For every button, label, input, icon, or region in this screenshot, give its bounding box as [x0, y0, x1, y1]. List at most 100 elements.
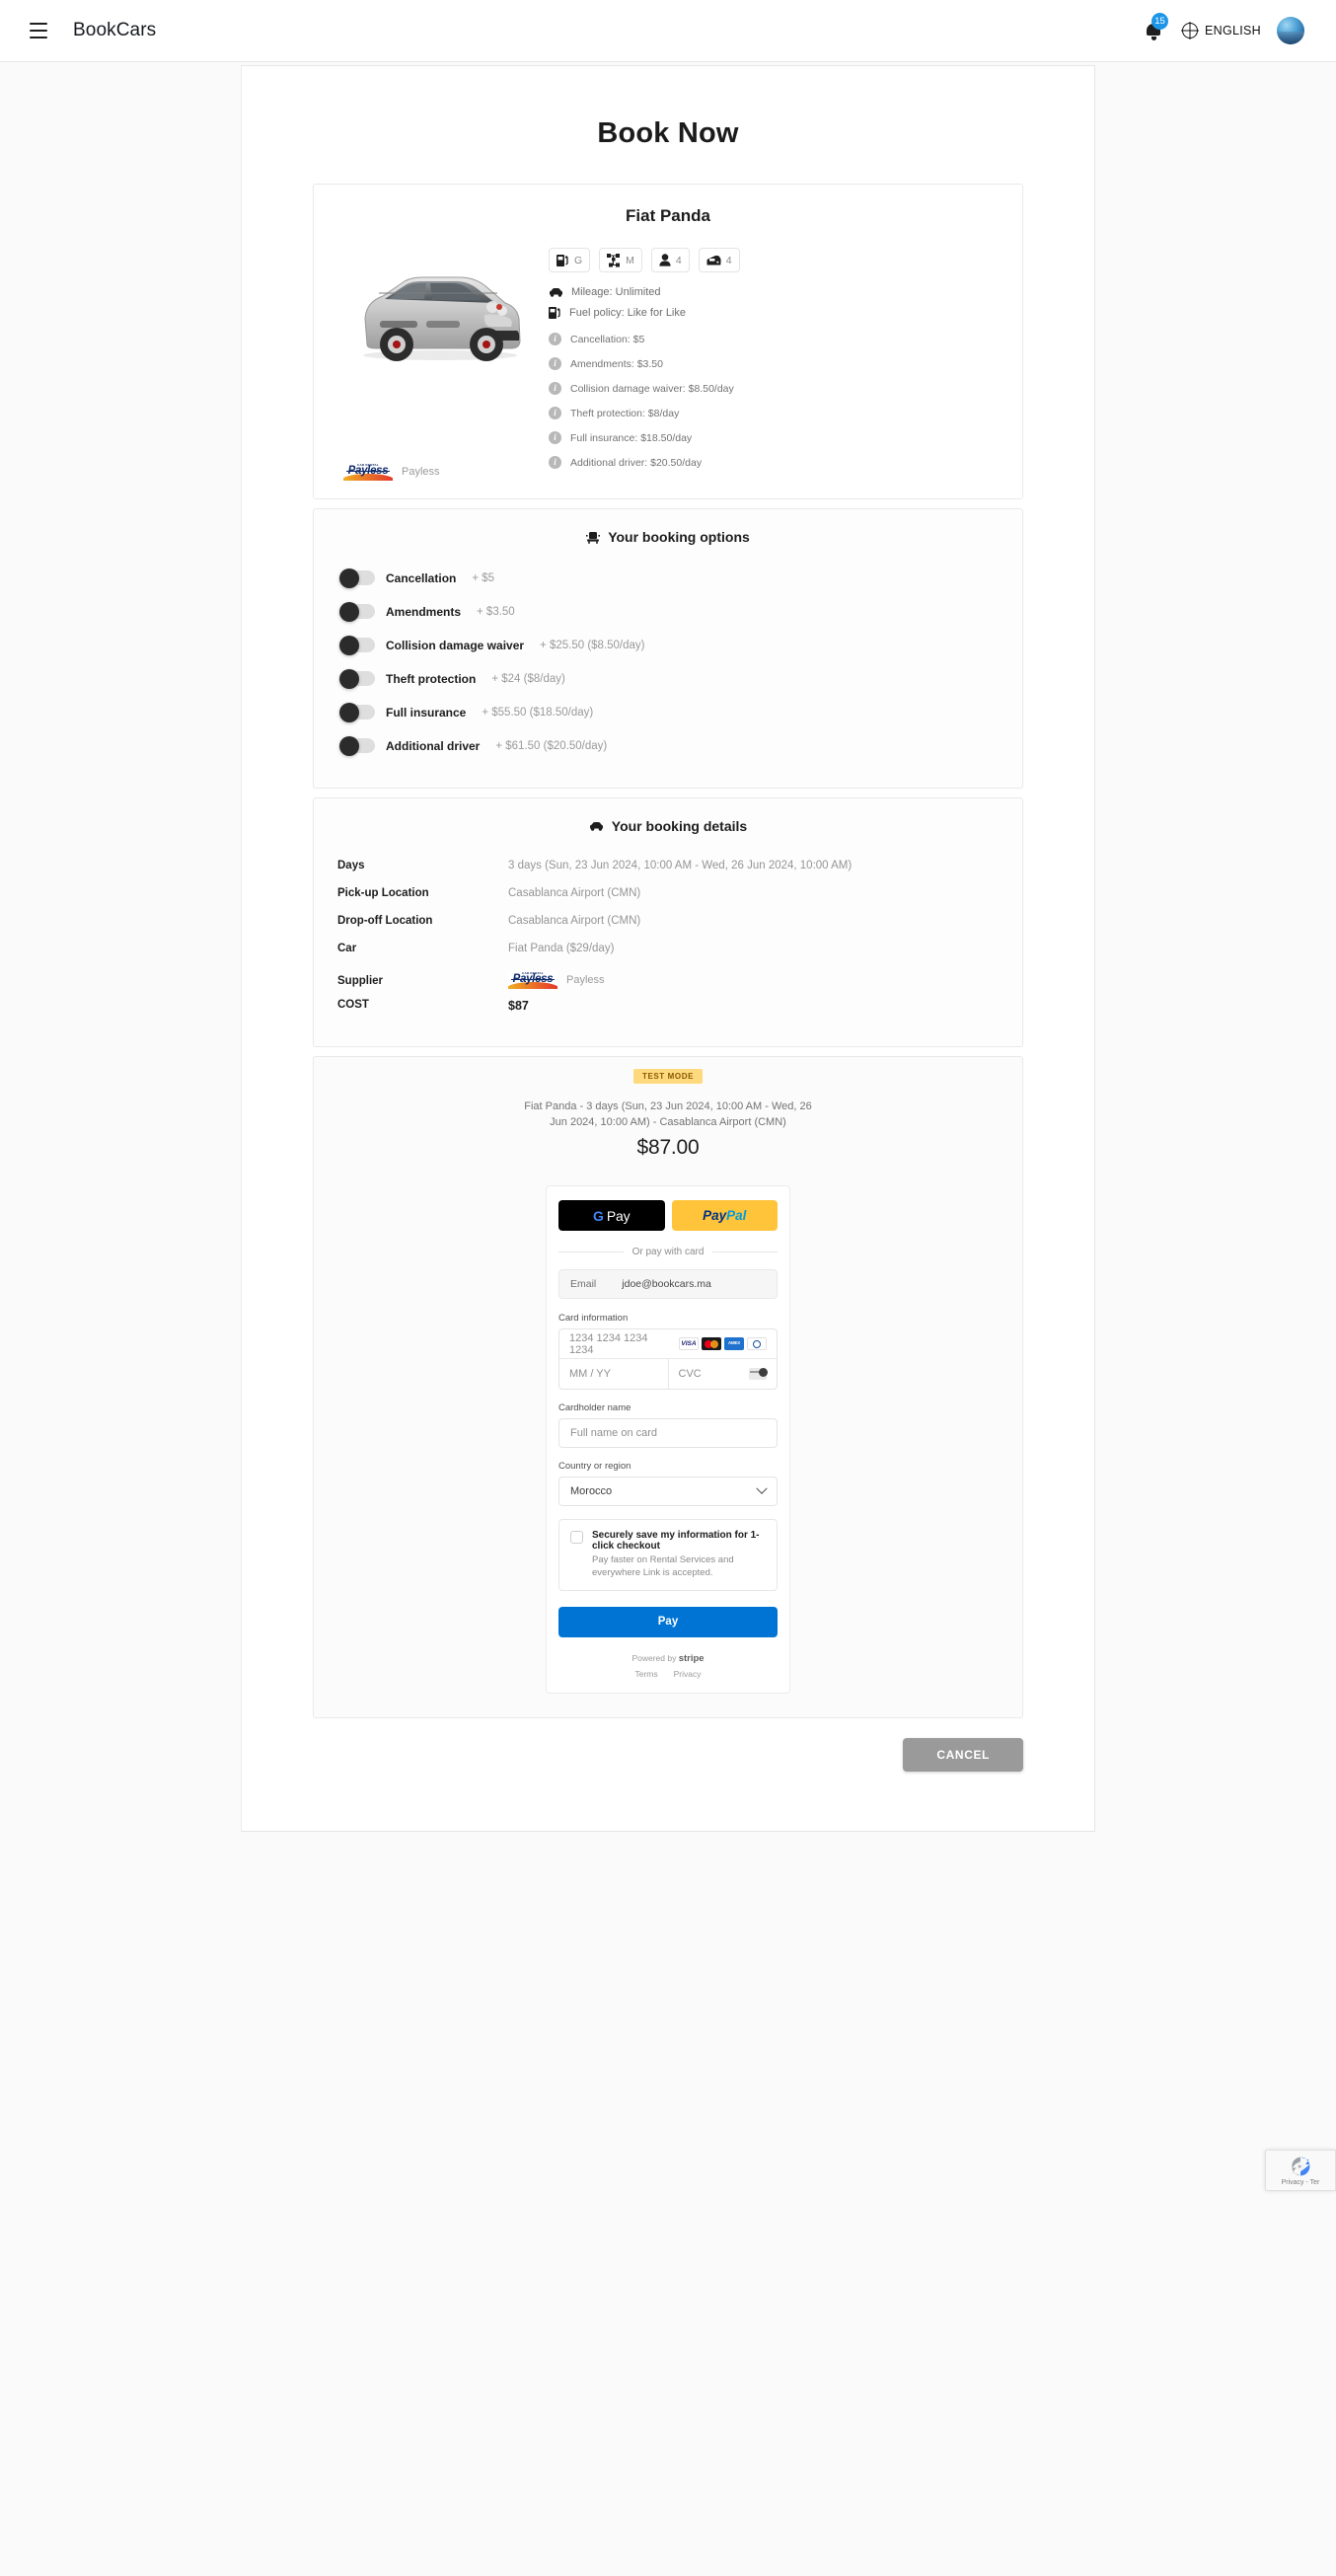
payless-logo-icon: CAR RENTAL Payless	[508, 970, 557, 989]
extra-text: Amendments: $3.50	[570, 357, 663, 370]
language-selector[interactable]: ENGLISH	[1182, 23, 1261, 38]
option-label: Collision damage waiver	[386, 638, 525, 652]
detail-label: Days	[337, 860, 365, 871]
cancel-button[interactable]: CANCEL	[903, 1737, 1023, 1772]
card-number-input[interactable]: 1234 1234 1234 1234 VISA AMEX	[559, 1329, 777, 1360]
chip-gearbox-value: M	[626, 254, 634, 266]
car-supplier: CAR RENTAL Payless Payless	[337, 417, 535, 481]
country-select[interactable]: Morocco	[558, 1477, 778, 1507]
extra-item: i Collision damage waiver: $8.50/day	[549, 382, 999, 395]
pay-button[interactable]: Pay	[558, 1606, 778, 1637]
save-info-title: Securely save my information for 1-click…	[592, 1530, 760, 1553]
detail-row-days: Days 3 days (Sun, 23 Jun 2024, 10:00 AM …	[337, 860, 999, 871]
car-extras-list: i Cancellation: $5 i Amendments: $3.50 i…	[549, 333, 999, 469]
car-supplier-name: Payless	[402, 465, 440, 478]
chip-seats: 4	[650, 248, 690, 272]
page-title: Book Now	[597, 117, 739, 149]
info-icon: i	[549, 357, 561, 370]
stripe-brand: stripe	[678, 1652, 705, 1664]
terms-link[interactable]: Terms	[634, 1669, 657, 1679]
extra-text: Cancellation: $5	[570, 333, 645, 345]
option-toggle[interactable]	[339, 668, 375, 689]
notification-bell-icon[interactable]: 15	[1141, 13, 1169, 45]
option-toggle[interactable]	[339, 735, 375, 756]
country-label: Country or region	[558, 1461, 631, 1473]
chip-fuel-value: G	[574, 254, 583, 266]
option-label: Cancellation	[386, 570, 457, 585]
hamburger-menu-icon[interactable]	[22, 14, 55, 47]
chip-fuel-type: G	[549, 248, 591, 272]
fuel-pump-icon	[557, 254, 568, 266]
discover-icon	[747, 1337, 767, 1351]
booking-details-title-text: Your booking details	[611, 818, 748, 834]
extra-text: Collision damage waiver: $8.50/day	[570, 382, 734, 395]
person-icon	[659, 254, 671, 266]
car-icon	[589, 821, 603, 831]
option-toggle[interactable]	[339, 568, 375, 588]
option-additional-driver[interactable]: Additional driver + $61.50 ($20.50/day)	[337, 735, 999, 756]
extra-item: i Amendments: $3.50	[549, 357, 999, 370]
extra-item: i Additional driver: $20.50/day	[549, 456, 999, 469]
link-save-info-box[interactable]: Securely save my information for 1-click…	[558, 1519, 778, 1591]
extra-text: Additional driver: $20.50/day	[570, 456, 703, 469]
car-name: Fiat Panda	[626, 206, 710, 225]
save-info-checkbox[interactable]	[570, 1531, 583, 1545]
detail-row-car: Car Fiat Panda ($29/day)	[337, 943, 999, 954]
detail-label: Pick-up Location	[337, 887, 429, 899]
notification-badge: 15	[1151, 13, 1169, 30]
or-divider-text: Or pay with card	[631, 1247, 705, 1258]
card-cvc-input[interactable]: CVC	[669, 1359, 778, 1389]
powered-by-text: Powered by	[631, 1652, 679, 1663]
payment-panel: TEST MODE Fiat Panda - 3 days (Sun, 23 J…	[313, 1056, 1023, 1718]
booking-page: Book Now Fiat Panda CAR RENTAL Payless P…	[241, 65, 1095, 1832]
email-field[interactable]: Email jdoe@bookcars.ma	[558, 1269, 778, 1300]
car-door-icon	[706, 255, 721, 265]
paypal-button[interactable]: Pay Pal	[671, 1200, 778, 1232]
detail-label: Supplier	[337, 975, 384, 987]
option-amendments[interactable]: Amendments + $3.50	[337, 601, 999, 622]
option-collision-damage-waiver[interactable]: Collision damage waiver + $25.50 ($8.50/…	[337, 635, 999, 655]
app-header: BookCars 15 ENGLISH	[0, 0, 1336, 62]
card-brand-icons: VISA AMEX	[679, 1337, 767, 1351]
chip-doors-value: 4	[725, 254, 732, 266]
option-toggle[interactable]	[339, 702, 375, 722]
paypal-label-b: Pal	[726, 1208, 747, 1224]
extra-item: i Full insurance: $18.50/day	[549, 431, 999, 444]
recaptcha-badge[interactable]: Privacy - Ter	[1265, 2150, 1336, 2191]
user-avatar[interactable]	[1277, 17, 1304, 44]
cardholder-name-input[interactable]: Full name on card	[558, 1418, 778, 1449]
extra-item: i Theft protection: $8/day	[549, 407, 999, 419]
chevron-down-icon	[756, 1482, 768, 1495]
amex-text: AMEX	[728, 1340, 740, 1346]
option-toggle[interactable]	[339, 635, 375, 655]
option-cancellation[interactable]: Cancellation + $5	[337, 568, 999, 588]
stripe-legal-links: Terms Privacy	[558, 1669, 778, 1679]
detail-row-pickup: Pick-up Location Casablanca Airport (CMN…	[337, 887, 999, 899]
order-description: Fiat Panda - 3 days (Sun, 23 Jun 2024, 1…	[524, 1100, 812, 1128]
booking-options-title-text: Your booking options	[608, 529, 750, 545]
country-value: Morocco	[570, 1485, 613, 1498]
extra-text: Full insurance: $18.50/day	[570, 431, 693, 444]
option-price: + $3.50	[477, 605, 515, 618]
chip-seats-value: 4	[675, 254, 682, 266]
car-fuel-policy-text: Fuel policy: Like for Like	[569, 307, 686, 319]
cvc-placeholder: CVC	[678, 1368, 702, 1381]
option-toggle[interactable]	[339, 601, 375, 622]
powered-by-stripe: Powered by stripe	[558, 1653, 778, 1664]
option-theft-protection[interactable]: Theft protection + $24 ($8/day)	[337, 668, 999, 689]
visa-text: VISA	[681, 1340, 697, 1348]
option-full-insurance[interactable]: Full insurance + $55.50 ($18.50/day)	[337, 702, 999, 722]
email-value: jdoe@bookcars.ma	[622, 1278, 711, 1291]
info-icon: i	[549, 407, 561, 419]
detail-label: Drop-off Location	[337, 915, 433, 927]
payless-logo-icon: CAR RENTAL Payless	[343, 462, 393, 481]
google-pay-button[interactable]: G Pay	[558, 1200, 665, 1232]
card-expiry-input[interactable]: MM / YY	[559, 1359, 669, 1390]
fuel-pump-icon	[549, 307, 560, 319]
car-mileage-line: Mileage: Unlimited	[549, 286, 999, 298]
order-total: $87.00	[636, 1136, 700, 1160]
detail-row-supplier: Supplier CAR RENTAL Payless Payless	[337, 970, 999, 989]
privacy-link[interactable]: Privacy	[674, 1669, 702, 1679]
paypal-label-a: Pay	[703, 1208, 727, 1224]
mastercard-icon	[702, 1337, 721, 1351]
